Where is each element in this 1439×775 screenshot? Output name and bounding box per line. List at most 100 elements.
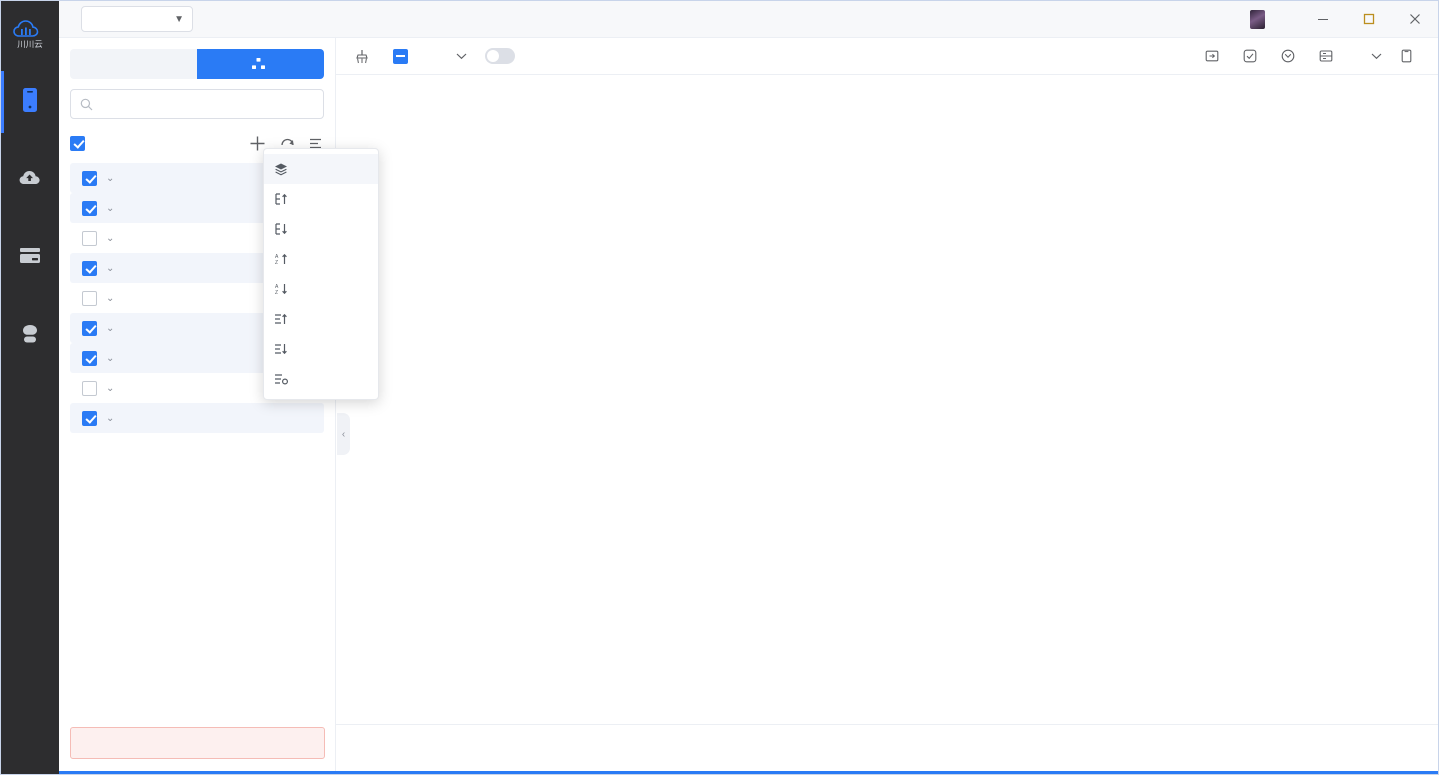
main-area [336,38,1438,774]
invert-select-button[interactable] [423,42,441,70]
sort-group-desc-icon [274,342,288,356]
sidebar-item-cloud-disk[interactable] [1,141,59,219]
sort-menu-item-name-asc[interactable]: A Z [264,244,378,274]
select-all-checkbox[interactable] [70,136,85,151]
chevron-down-icon[interactable]: ⌄ [106,233,116,244]
search-box[interactable] [70,89,324,119]
sidebar-item-purchase[interactable] [1,219,59,297]
tab-group[interactable] [197,49,324,79]
chevron-down-icon[interactable]: ⌄ [106,203,116,214]
left-rail: 川川云 [1,1,59,775]
group-checkbox[interactable] [82,261,97,276]
bottom-accent-left [1,771,59,774]
chevron-down-icon[interactable]: ⌄ [106,353,116,364]
sort-custom-icon [274,372,288,386]
sidebar-item-customer-service[interactable] [1,297,59,375]
layers-icon [274,162,288,176]
group-checkbox[interactable] [82,201,97,216]
title-bar: ▼ [59,1,1438,38]
app-window: 川川云 [0,0,1439,775]
sort-time-asc-icon [274,192,288,206]
chevron-down-icon[interactable]: ⌄ [106,263,116,274]
indeterminate-checkbox[interactable] [393,49,408,64]
sort-dropdown-menu: A Z A Z [263,148,379,400]
svg-text:A: A [275,284,279,290]
group-checkbox[interactable] [82,351,97,366]
close-button[interactable] [1392,1,1438,38]
bottom-accent-bar [1,771,1438,774]
file-transfer-icon [1205,49,1219,63]
phone-features-icon [1281,49,1295,63]
svg-text:Z: Z [275,290,278,296]
svg-text:Z: Z [275,260,278,266]
sort-menu-item-default[interactable] [264,154,378,184]
group-row[interactable]: ⌄ [70,403,324,433]
chevron-down-icon[interactable]: ⌄ [106,413,116,424]
portrait-icon [1400,49,1413,63]
panel-tabs [70,49,324,79]
chevron-down-icon: ▼ [174,14,184,25]
sort-time-desc-icon [274,222,288,236]
sort-menu-item-group-asc[interactable] [264,304,378,334]
group-checkbox[interactable] [82,321,97,336]
expiry-notice [70,727,325,759]
device-grid [336,75,1438,79]
sort-menu-item-name-desc[interactable]: A Z [264,274,378,304]
batch-manage-button[interactable] [1234,42,1272,70]
group-checkbox[interactable] [82,381,97,396]
svg-text:A: A [275,254,279,260]
sort-name-desc-icon: A Z [274,282,288,296]
chevron-down-icon[interactable]: ⌄ [106,323,116,334]
chevron-down-icon[interactable]: ⌄ [106,383,116,394]
sync-operation-toggle[interactable] [476,42,530,70]
group-checkbox[interactable] [82,171,97,186]
toggle-switch[interactable] [485,48,515,64]
multi-select-dropdown[interactable] [441,42,476,70]
search-icon [80,98,93,111]
route-select[interactable]: ▼ [81,6,193,32]
main-toolbar [336,38,1438,75]
minimize-button[interactable] [1300,1,1346,38]
group-checkbox[interactable] [82,411,97,426]
close-icon [1409,13,1421,25]
svg-text:川川云: 川川云 [17,39,43,49]
device-grid-wrapper [336,75,1438,724]
sort-menu-item-time-asc[interactable] [264,184,378,214]
tab-all[interactable] [70,49,197,79]
file-transfer-button[interactable] [1196,42,1234,70]
phone-manage-icon [1319,49,1333,63]
broom-icon [355,49,369,64]
app-logo: 川川云 [1,1,59,63]
group-checkbox[interactable] [82,291,97,306]
group-icon [252,58,265,70]
purchase-card-icon [18,246,42,266]
cloud-disk-icon [18,167,42,189]
maximize-button[interactable] [1346,1,1392,38]
chevron-down-icon[interactable]: ⌄ [106,173,116,184]
customer-service-icon [18,323,42,345]
batch-manage-icon [1243,49,1257,63]
maximize-icon [1363,13,1375,25]
sort-menu-item-time-desc[interactable] [264,214,378,244]
panel-collapse-handle[interactable]: ‹ [337,413,350,455]
phone-manage-button[interactable] [1310,42,1348,70]
sort-menu-item-group-desc[interactable] [264,334,378,364]
group-checkbox[interactable] [82,231,97,246]
clear-list-button[interactable] [346,42,384,70]
phone-features-button[interactable] [1272,42,1310,70]
chevron-down-icon [456,52,467,60]
select-all-button[interactable] [384,42,423,70]
app-icon [1250,10,1265,29]
toolbar-right-group [1196,42,1428,70]
view-ratio-dropdown[interactable] [1348,42,1391,70]
orientation-button[interactable] [1391,42,1428,70]
sort-name-asc-icon: A Z [274,252,288,266]
sort-group-asc-icon [274,312,288,326]
chevron-down-icon [1371,52,1382,60]
sidebar-item-device[interactable] [1,63,59,141]
chevron-down-icon[interactable]: ⌄ [106,293,116,304]
minimize-icon [1317,13,1329,25]
device-icon [19,87,41,113]
search-input[interactable] [100,97,314,112]
sort-menu-item-custom[interactable] [264,364,378,394]
